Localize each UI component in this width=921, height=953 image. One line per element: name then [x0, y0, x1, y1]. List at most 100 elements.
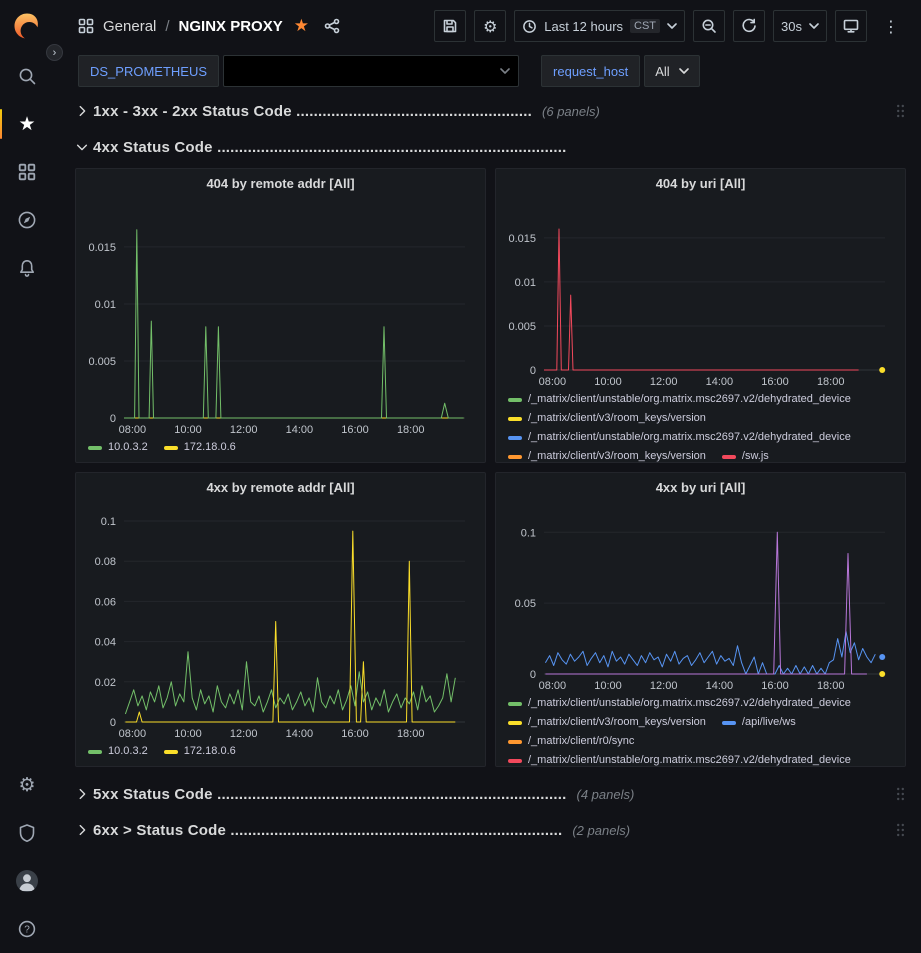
- legend-swatch: [508, 436, 522, 440]
- breadcrumb-folder[interactable]: General: [103, 18, 156, 35]
- svg-text:?: ?: [24, 924, 30, 935]
- row-drag-handle[interactable]: [895, 786, 906, 802]
- legend-item[interactable]: /sw.js: [722, 447, 769, 462]
- legend-label: /sw.js: [742, 447, 769, 462]
- share-button[interactable]: [324, 18, 340, 34]
- svg-text:18:00: 18:00: [397, 424, 425, 436]
- more-menu-button[interactable]: ⋮: [875, 10, 907, 42]
- panel-title[interactable]: 4xx by uri [All]: [496, 473, 905, 501]
- sidebar-expand-button[interactable]: ›: [46, 44, 63, 61]
- save-icon: [442, 18, 458, 34]
- row-6xx[interactable]: 6xx > Status Code ......................…: [75, 815, 906, 845]
- legend-item[interactable]: /_matrix/client/unstable/org.matrix.msc2…: [508, 428, 851, 447]
- clock-icon: [522, 19, 537, 34]
- tv-mode-button[interactable]: [835, 10, 867, 42]
- breadcrumb: General / NGINX PROXY ★: [78, 18, 340, 35]
- sidebar-item-profile[interactable]: [0, 857, 54, 905]
- sidebar-item-alerting[interactable]: [0, 244, 54, 292]
- sidebar-item-help[interactable]: ?: [0, 905, 54, 953]
- legend-item[interactable]: 172.18.0.6: [164, 742, 236, 761]
- row-title[interactable]: 5xx Status Code ........................…: [93, 786, 566, 803]
- row-1xx-3xx-2xx[interactable]: 1xx - 3xx - 2xx Status Code ............…: [75, 96, 906, 126]
- legend-item[interactable]: 10.0.3.2: [88, 438, 148, 457]
- row-drag-handle[interactable]: [895, 103, 906, 119]
- main-area: General / NGINX PROXY ★: [54, 0, 921, 953]
- legend-label: 172.18.0.6: [184, 438, 236, 457]
- chevron-right-icon[interactable]: [75, 103, 93, 119]
- legend-item[interactable]: 10.0.3.2: [88, 742, 148, 761]
- variable-label-request-host: request_host: [541, 55, 640, 87]
- row-title[interactable]: 1xx - 3xx - 2xx Status Code ............…: [93, 103, 532, 120]
- sidebar-item-starred[interactable]: ★: [0, 100, 54, 148]
- svg-text:0.1: 0.1: [101, 516, 116, 528]
- panel-title[interactable]: 404 by uri [All]: [496, 169, 905, 197]
- legend-item[interactable]: /_matrix/client/v3/room_keys/version: [508, 447, 706, 462]
- favorite-star-icon[interactable]: ★: [294, 18, 309, 35]
- svg-text:18:00: 18:00: [817, 680, 845, 692]
- chevron-right-icon[interactable]: [75, 822, 93, 838]
- svg-text:10:00: 10:00: [594, 680, 622, 692]
- variable-value-request-host-dropdown[interactable]: All: [644, 55, 699, 87]
- legend-item[interactable]: 172.18.0.6: [164, 438, 236, 457]
- svg-text:14:00: 14:00: [706, 376, 734, 388]
- chevron-down-icon[interactable]: [75, 139, 93, 155]
- variable-value-ds-dropdown[interactable]: [223, 55, 519, 87]
- legend-label: /_matrix/client/v3/room_keys/version: [528, 447, 706, 462]
- sidebar-item-explore[interactable]: [0, 196, 54, 244]
- avatar: [14, 868, 40, 894]
- chevron-down-icon: [500, 68, 510, 74]
- panel-title[interactable]: 404 by remote addr [All]: [76, 169, 485, 197]
- sidebar-item-dashboards[interactable]: [0, 148, 54, 196]
- legend-item[interactable]: /_matrix/client/r0/sync: [508, 732, 634, 751]
- sidebar-item-settings[interactable]: ⚙: [0, 761, 54, 809]
- legend-swatch: [508, 740, 522, 744]
- chevron-down-icon: [679, 68, 689, 74]
- legend-label: 172.18.0.6: [184, 742, 236, 761]
- panel-grid: 404 by remote addr [All] 00.0050.010.015…: [75, 168, 906, 767]
- legend-item[interactable]: /_matrix/client/unstable/org.matrix.msc2…: [508, 694, 851, 713]
- chevron-right-icon[interactable]: [75, 786, 93, 802]
- sidebar-item-server-admin[interactable]: [0, 809, 54, 857]
- row-panel-count: (6 panels): [542, 104, 600, 119]
- svg-text:08:00: 08:00: [119, 728, 147, 740]
- legend-item[interactable]: /_matrix/client/v3/room_keys/version: [508, 409, 706, 428]
- time-series-chart[interactable]: 00.050.108:0010:0012:0014:0016:0018:00: [502, 501, 899, 694]
- dashboard-title[interactable]: NGINX PROXY: [179, 18, 283, 35]
- row-title[interactable]: 6xx > Status Code ......................…: [93, 822, 562, 839]
- row-5xx[interactable]: 5xx Status Code ........................…: [75, 779, 906, 809]
- grafana-app: ★ ⚙: [0, 0, 921, 953]
- dashboard-settings-button[interactable]: ⚙: [474, 10, 506, 42]
- legend-item[interactable]: /api/live/ws: [722, 713, 796, 732]
- panel-4xx-by-remote-addr: 4xx by remote addr [All] 00.020.040.060.…: [75, 472, 486, 767]
- refresh-interval-dropdown[interactable]: 30s: [773, 10, 827, 42]
- svg-text:0: 0: [530, 365, 536, 377]
- grafana-logo[interactable]: [0, 0, 54, 52]
- panel-title[interactable]: 4xx by remote addr [All]: [76, 473, 485, 501]
- time-series-chart[interactable]: 00.0050.010.01508:0010:0012:0014:0016:00…: [82, 197, 479, 438]
- dashboard-body: 1xx - 3xx - 2xx Status Code ............…: [54, 90, 921, 953]
- legend-swatch: [508, 455, 522, 459]
- refresh-icon: [741, 18, 757, 34]
- row-drag-handle[interactable]: [895, 822, 906, 838]
- zoom-out-button[interactable]: [693, 10, 725, 42]
- svg-text:0.01: 0.01: [95, 299, 116, 311]
- svg-text:08:00: 08:00: [539, 680, 567, 692]
- time-range-picker[interactable]: Last 12 hours CST: [514, 10, 685, 42]
- svg-text:12:00: 12:00: [650, 680, 678, 692]
- legend-item[interactable]: /_matrix/client/unstable/org.matrix.msc2…: [508, 751, 851, 766]
- row-4xx[interactable]: 4xx Status Code ........................…: [75, 132, 906, 162]
- bell-icon: [17, 258, 37, 278]
- save-dashboard-button[interactable]: [434, 10, 466, 42]
- timezone-badge: CST: [630, 19, 660, 33]
- variable-value-text: All: [655, 64, 669, 79]
- legend-item[interactable]: /_matrix/client/unstable/org.matrix.msc2…: [508, 390, 851, 409]
- legend-item[interactable]: /_matrix/client/v3/room_keys/version: [508, 713, 706, 732]
- legend-label: /_matrix/client/unstable/org.matrix.msc2…: [528, 751, 851, 766]
- time-series-chart[interactable]: 00.020.040.060.080.108:0010:0012:0014:00…: [82, 501, 479, 742]
- legend-swatch: [88, 750, 102, 754]
- refresh-button[interactable]: [733, 10, 765, 42]
- svg-text:0.1: 0.1: [521, 527, 536, 539]
- time-series-chart[interactable]: 00.0050.010.01508:0010:0012:0014:0016:00…: [502, 197, 899, 390]
- row-title[interactable]: 4xx Status Code ........................…: [93, 139, 566, 156]
- sidebar-item-search[interactable]: [0, 52, 54, 100]
